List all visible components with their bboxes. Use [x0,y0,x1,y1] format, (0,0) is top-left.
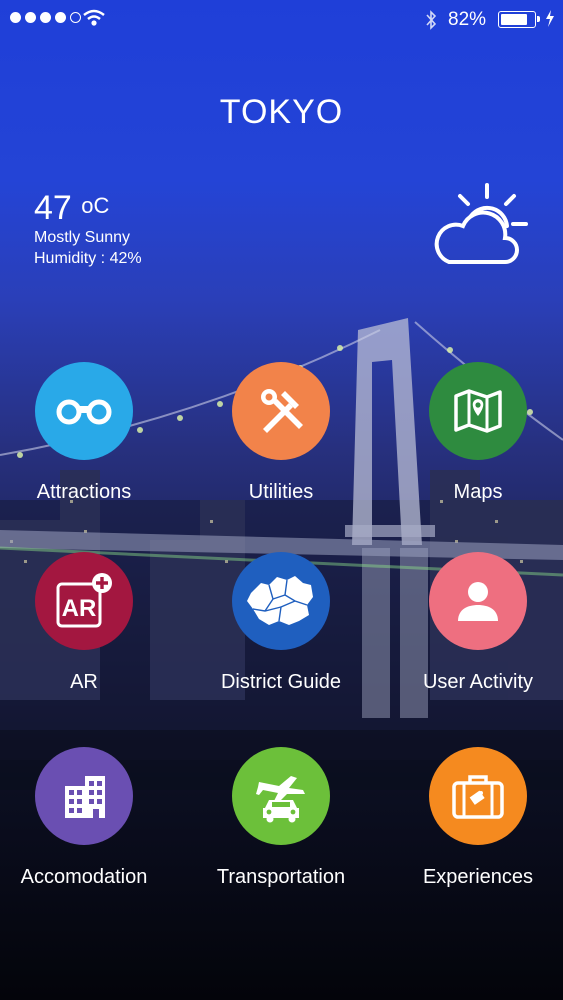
user-icon [458,582,498,621]
humidity-readout: Humidity : 42% [34,250,142,267]
svg-text:AR: AR [62,595,97,622]
temperature-readout: 47 oC [34,189,109,228]
utilities-button[interactable] [232,362,330,460]
accomodation-button[interactable] [35,747,133,845]
wifi-icon [83,9,105,26]
ar-label: AR [70,671,98,693]
status-bar: 82% [0,0,563,38]
experiences-button[interactable] [429,747,527,845]
user-activity-button[interactable] [429,552,527,650]
menu-tile-accomodation[interactable]: Accomodation [9,747,159,889]
maps-button[interactable] [429,362,527,460]
bluetooth-icon [426,10,437,30]
battery-nub [537,16,540,22]
cell-signal-icon [10,12,81,23]
district-guide-button[interactable] [232,552,330,650]
menu-tile-district-guide[interactable]: District Guide [206,552,356,694]
ar-button[interactable]: AR [35,552,133,650]
attractions-button[interactable] [35,362,133,460]
experiences-label: Experiences [422,866,534,888]
transportation-label: Transportation [216,866,346,888]
district-guide-label: District Guide [220,671,342,693]
partly-cloudy-icon [434,183,528,264]
tools-icon [261,389,303,433]
menu-tile-attractions[interactable]: Attractions [9,362,159,504]
ar-icon: AR [56,573,112,628]
temperature-unit: oC [81,193,110,218]
battery-level-fill [501,14,527,25]
menu-tile-transportation[interactable]: Transportation [206,747,356,889]
menu-tile-utilities[interactable]: Utilities [206,362,356,504]
accomodation-label: Accomodation [20,866,148,888]
menu-tile-experiences[interactable]: Experiences [403,747,553,889]
menu-tile-maps[interactable]: Maps [403,362,553,504]
weather-condition: Mostly Sunny [34,229,131,246]
transport-icon [256,776,305,823]
temperature-value: 47 [34,189,72,227]
page-title: TOKYO [219,93,344,131]
menu-tile-ar[interactable]: AR AR [9,552,159,694]
battery-percentage: 82% [448,9,487,30]
building-icon [65,776,105,818]
home-screen: 82% TOKYO 47 oC Mostly Sunny Humidity : … [0,0,563,1000]
attractions-label: Attractions [36,481,132,503]
battery-icon [498,11,536,28]
user-activity-label: User Activity [422,671,534,693]
charging-icon [546,10,554,27]
menu-tile-user-activity[interactable]: User Activity [403,552,553,694]
suitcase-icon [452,775,504,819]
district-map-icon [247,576,313,625]
binoculars-icon [56,399,112,425]
maps-label: Maps [453,481,503,503]
utilities-label: Utilities [248,481,314,503]
transportation-button[interactable] [232,747,330,845]
map-icon [454,389,502,433]
